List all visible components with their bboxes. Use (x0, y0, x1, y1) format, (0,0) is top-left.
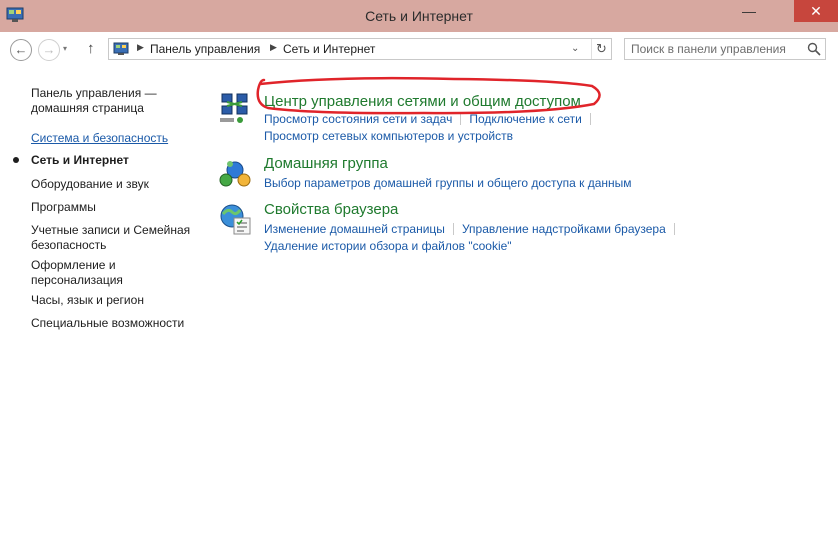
navigation-bar: ← → ▾ ↑ ▶ Панель управления ▶ Сеть и Инт… (0, 32, 838, 66)
title-bar: Сеть и Интернет — ✕ (0, 0, 838, 32)
task-row: Удаление истории обзора и файлов "cookie… (264, 239, 512, 253)
main-content: Центр управления сетями и общим доступом… (210, 66, 830, 546)
sidebar: Панель управления — домашняя страница Си… (0, 66, 200, 558)
task-row: Просмотр состояния сети и задач Подключен… (264, 112, 599, 126)
sidebar-item-ease-of-access[interactable]: Специальные возможности (31, 316, 196, 331)
current-page-bullet (13, 157, 19, 163)
breadcrumb-control-panel[interactable]: Панель управления (150, 42, 260, 56)
breadcrumb-separator[interactable]: ▶ (270, 42, 277, 53)
sidebar-item-programs[interactable]: Программы (31, 200, 196, 215)
sidebar-item-control-panel-home[interactable]: Панель управления — домашняя страница (31, 86, 196, 116)
search-input[interactable] (631, 41, 799, 57)
minimize-button[interactable]: — (740, 4, 758, 22)
forward-button[interactable]: → (38, 39, 60, 61)
sidebar-item-system-security[interactable]: Система и безопасность (31, 131, 196, 146)
homegroup-icon[interactable] (218, 156, 252, 190)
category-title[interactable]: Домашняя группа (264, 155, 388, 172)
sidebar-item-hardware-sound[interactable]: Оборудование и звук (31, 177, 196, 192)
window-title: Сеть и Интернет (365, 8, 473, 24)
sidebar-item-user-accounts[interactable]: Учетные записи и Семейная безопасность (31, 223, 196, 253)
sidebar-item-appearance[interactable]: Оформление и персонализация (31, 258, 196, 288)
back-button[interactable]: ← (10, 39, 32, 61)
up-button[interactable]: ↑ (87, 40, 95, 57)
category-title[interactable]: Свойства браузера (264, 201, 398, 218)
breadcrumb-separator[interactable]: ▶ (137, 42, 144, 53)
internet-options-icon[interactable] (218, 202, 252, 236)
task-delete-browsing-history-link[interactable]: Удаление истории обзора и файлов "cookie… (264, 239, 512, 253)
address-bar[interactable]: ▶ Панель управления ▶ Сеть и Интернет ⌄ … (108, 38, 612, 60)
task-connect-to-network-link[interactable]: Подключение к сети (469, 112, 581, 126)
task-separator (673, 223, 675, 235)
sidebar-item-clock-language-region[interactable]: Часы, язык и регион (31, 293, 196, 308)
close-button[interactable]: ✕ (794, 0, 838, 22)
task-view-network-computers-link[interactable]: Просмотр сетевых компьютеров и устройств (264, 129, 513, 143)
search-box[interactable] (624, 38, 826, 60)
recent-locations-dropdown[interactable]: ▾ (63, 44, 67, 53)
task-row: Выбор параметров домашней группы и общег… (264, 176, 632, 190)
task-homegroup-settings-link[interactable]: Выбор параметров домашней группы и общег… (264, 176, 632, 190)
network-sharing-center-icon[interactable] (218, 92, 252, 126)
task-separator (589, 113, 591, 125)
task-manage-addons-link[interactable]: Управление надстройками браузера (462, 222, 666, 236)
category-title[interactable]: Центр управления сетями и общим доступом (264, 93, 581, 110)
task-row: Просмотр сетевых компьютеров и устройств (264, 129, 513, 143)
task-separator (460, 113, 462, 125)
task-row: Изменение домашней страницы Управление на… (264, 222, 683, 236)
refresh-button[interactable]: ↻ (591, 39, 611, 59)
task-change-home-page-link[interactable]: Изменение домашней страницы (264, 222, 445, 236)
search-icon[interactable] (807, 42, 821, 56)
breadcrumb-network-internet[interactable]: Сеть и Интернет (283, 42, 375, 56)
task-separator (452, 223, 454, 235)
control-panel-icon (113, 42, 129, 55)
address-dropdown-icon[interactable]: ⌄ (571, 43, 579, 54)
sidebar-item-network-internet[interactable]: Сеть и Интернет (31, 153, 196, 168)
task-view-network-status-link[interactable]: Просмотр состояния сети и задач (264, 112, 452, 126)
